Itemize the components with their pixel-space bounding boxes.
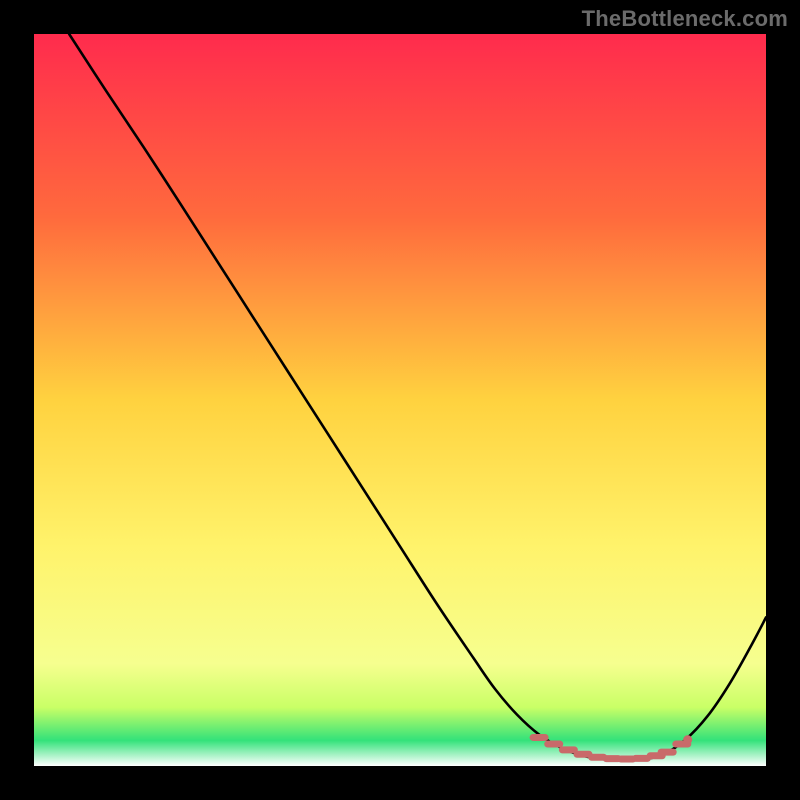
chart-svg — [34, 34, 766, 766]
gradient-background — [34, 34, 766, 766]
optimal-marker-end-dot — [683, 735, 692, 744]
watermark-text: TheBottleneck.com — [582, 6, 788, 32]
chart-frame: TheBottleneck.com — [0, 0, 800, 800]
chart-plot-area — [34, 34, 766, 766]
